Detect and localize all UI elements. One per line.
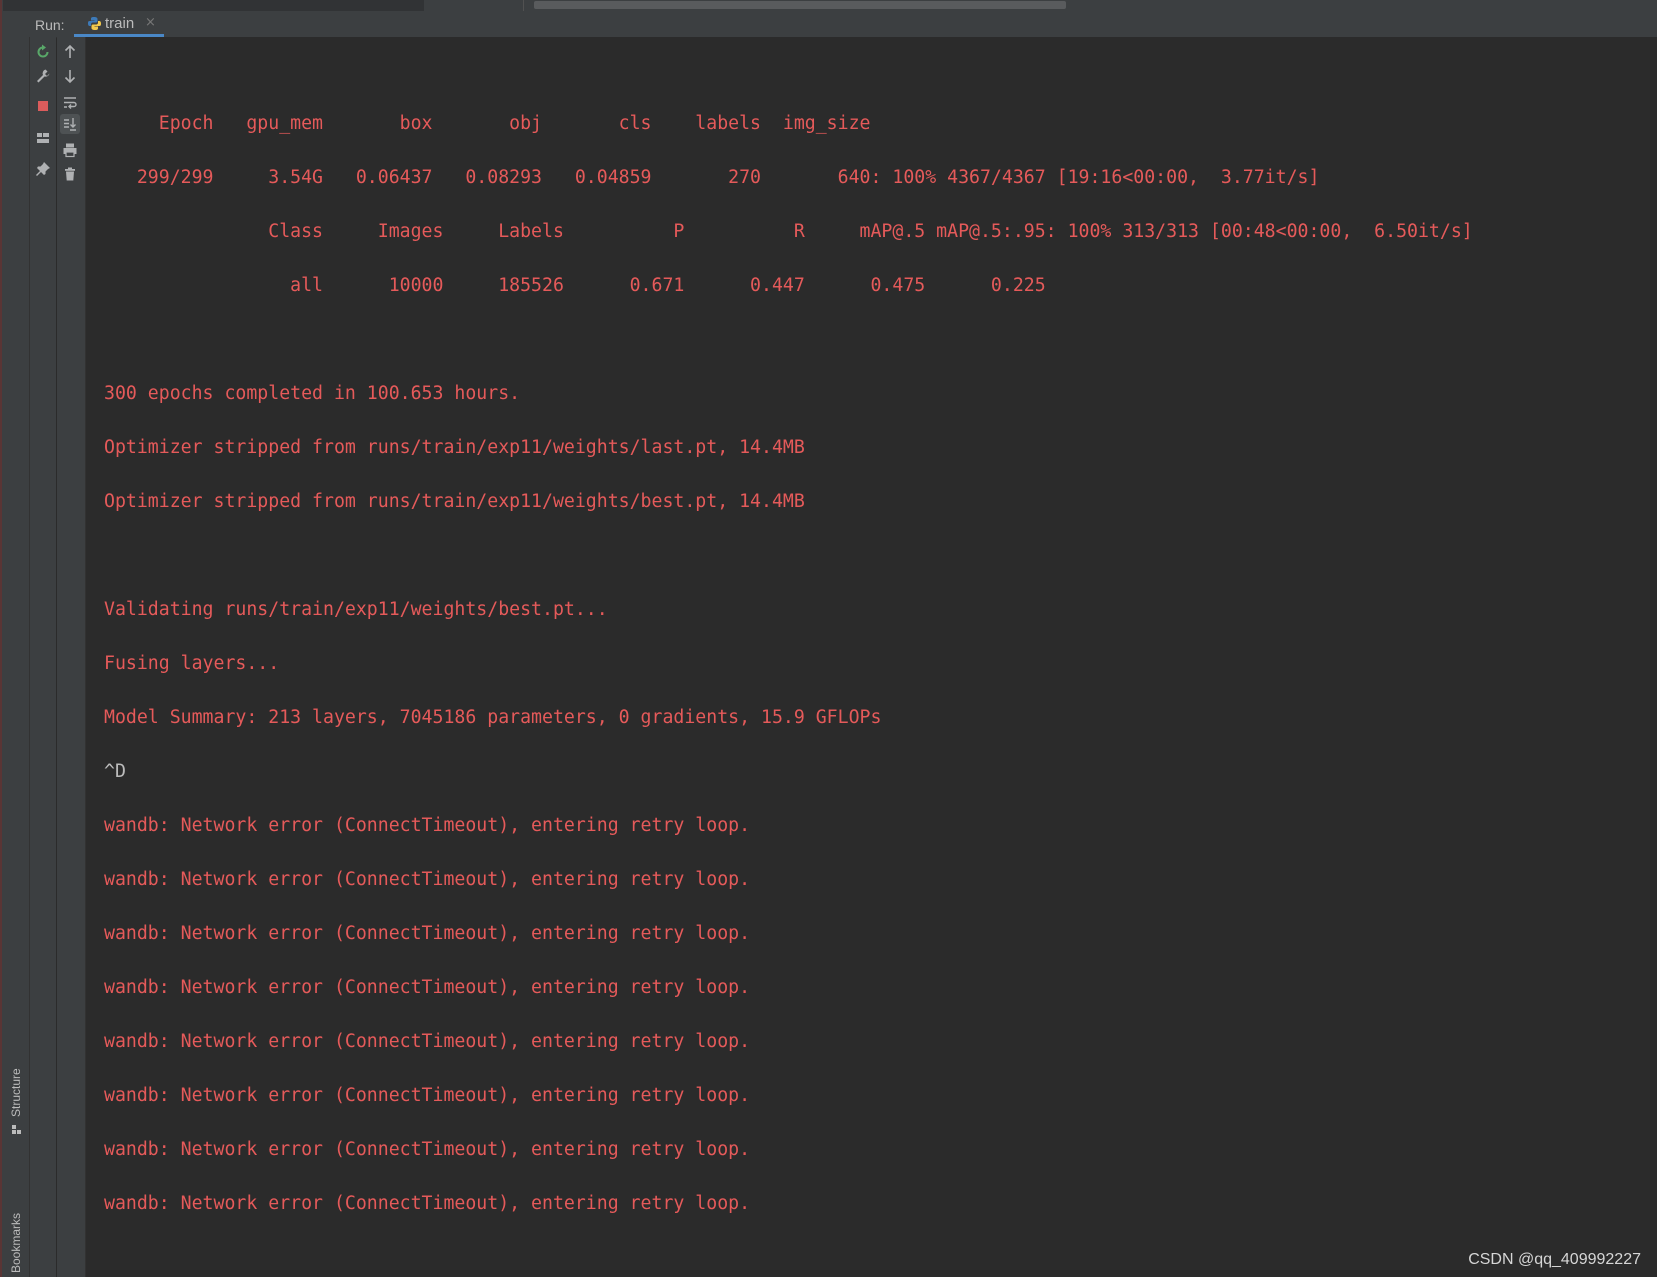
layout-icon bbox=[35, 130, 51, 146]
restore-layout-button[interactable] bbox=[33, 128, 53, 148]
soft-wrap-icon bbox=[62, 95, 78, 111]
trash-icon bbox=[62, 166, 78, 182]
console-line: wandb: Network error (ConnectTimeout), e… bbox=[104, 815, 751, 836]
previous-occurrence-button[interactable] bbox=[60, 42, 80, 62]
modify-config-button[interactable] bbox=[33, 66, 53, 86]
scroll-to-end-button[interactable] bbox=[60, 114, 80, 134]
console-line: wandb: Network error (ConnectTimeout), e… bbox=[104, 1085, 751, 1106]
side-tool-stripe: Structure Bookmarks bbox=[3, 37, 30, 1277]
console-line: wandb: Network error (ConnectTimeout), e… bbox=[104, 977, 751, 998]
tab-train-label: train bbox=[105, 15, 135, 32]
scroll-to-end-icon bbox=[62, 116, 78, 132]
next-occurrence-button[interactable] bbox=[60, 66, 80, 86]
arrow-down-icon bbox=[62, 68, 78, 84]
tab-train[interactable]: train × bbox=[74, 11, 164, 37]
console-line: Model Summary: 213 layers, 7045186 param… bbox=[104, 707, 882, 728]
stop-icon bbox=[35, 98, 51, 114]
console-line: wandb: Network error (ConnectTimeout), e… bbox=[104, 923, 751, 944]
tab-structure[interactable]: Structure bbox=[3, 1053, 29, 1134]
console-line: 300 epochs completed in 100.653 hours. bbox=[104, 383, 521, 404]
wrench-icon bbox=[35, 68, 51, 84]
print-button[interactable] bbox=[60, 140, 80, 160]
soft-wrap-button[interactable] bbox=[60, 93, 80, 113]
console-line: Optimizer stripped from runs/train/exp11… bbox=[104, 437, 805, 458]
console-line: Fusing layers... bbox=[104, 653, 280, 674]
structure-icon bbox=[12, 1123, 21, 1134]
tab-bookmarks-label: Bookmarks bbox=[9, 1212, 23, 1273]
console-line: Optimizer stripped from runs/train/exp11… bbox=[104, 491, 805, 512]
console-line: Validating runs/train/exp11/weights/best… bbox=[104, 599, 608, 620]
console-output[interactable]: Epoch gpu_mem box obj cls labels img_siz… bbox=[86, 37, 1657, 1277]
arrow-up-icon bbox=[62, 44, 78, 60]
run-toolwindow-header: Run: train × bbox=[0, 11, 1657, 38]
pin-tab-button[interactable] bbox=[33, 159, 53, 179]
run-toolbar-right bbox=[57, 37, 86, 1277]
run-toolbar-left bbox=[30, 37, 56, 1277]
console-line: wandb: Network error (ConnectTimeout), e… bbox=[104, 869, 751, 890]
python-icon bbox=[87, 16, 102, 31]
clear-all-button[interactable] bbox=[60, 164, 80, 184]
console-line: all 10000 185526 0.671 0.447 0.475 0.225 bbox=[104, 275, 1046, 296]
editor-tab-area bbox=[0, 0, 424, 11]
tab-structure-label: Structure bbox=[9, 1068, 23, 1117]
pin-icon bbox=[35, 161, 51, 177]
console-line: wandb: Network error (ConnectTimeout), e… bbox=[104, 1139, 751, 1160]
divider bbox=[523, 0, 524, 11]
edge-line bbox=[0, 0, 2, 1277]
run-label: Run: bbox=[35, 17, 65, 33]
tab-bookmarks[interactable]: Bookmarks bbox=[3, 1141, 29, 1277]
rerun-button[interactable] bbox=[33, 42, 53, 62]
console-line: wandb: Network error (ConnectTimeout), e… bbox=[104, 1193, 751, 1214]
console-line: ^D bbox=[104, 761, 126, 782]
print-icon bbox=[62, 142, 78, 158]
close-icon[interactable]: × bbox=[145, 15, 156, 30]
stop-button[interactable] bbox=[33, 96, 53, 116]
watermark: CSDN @qq_409992227 bbox=[1468, 1251, 1641, 1268]
console-line: Epoch gpu_mem box obj cls labels img_siz… bbox=[104, 113, 871, 134]
console-line: wandb: Network error (ConnectTimeout), e… bbox=[104, 1031, 751, 1052]
editor-top-strip bbox=[0, 0, 1657, 11]
console-line: Class Images Labels P R mAP@.5 mAP@.5:.9… bbox=[104, 221, 1473, 242]
rerun-icon bbox=[35, 44, 51, 60]
horizontal-scrollbar[interactable] bbox=[534, 1, 1066, 9]
console-line: 299/299 3.54G 0.06437 0.08293 0.04859 27… bbox=[104, 167, 1320, 188]
